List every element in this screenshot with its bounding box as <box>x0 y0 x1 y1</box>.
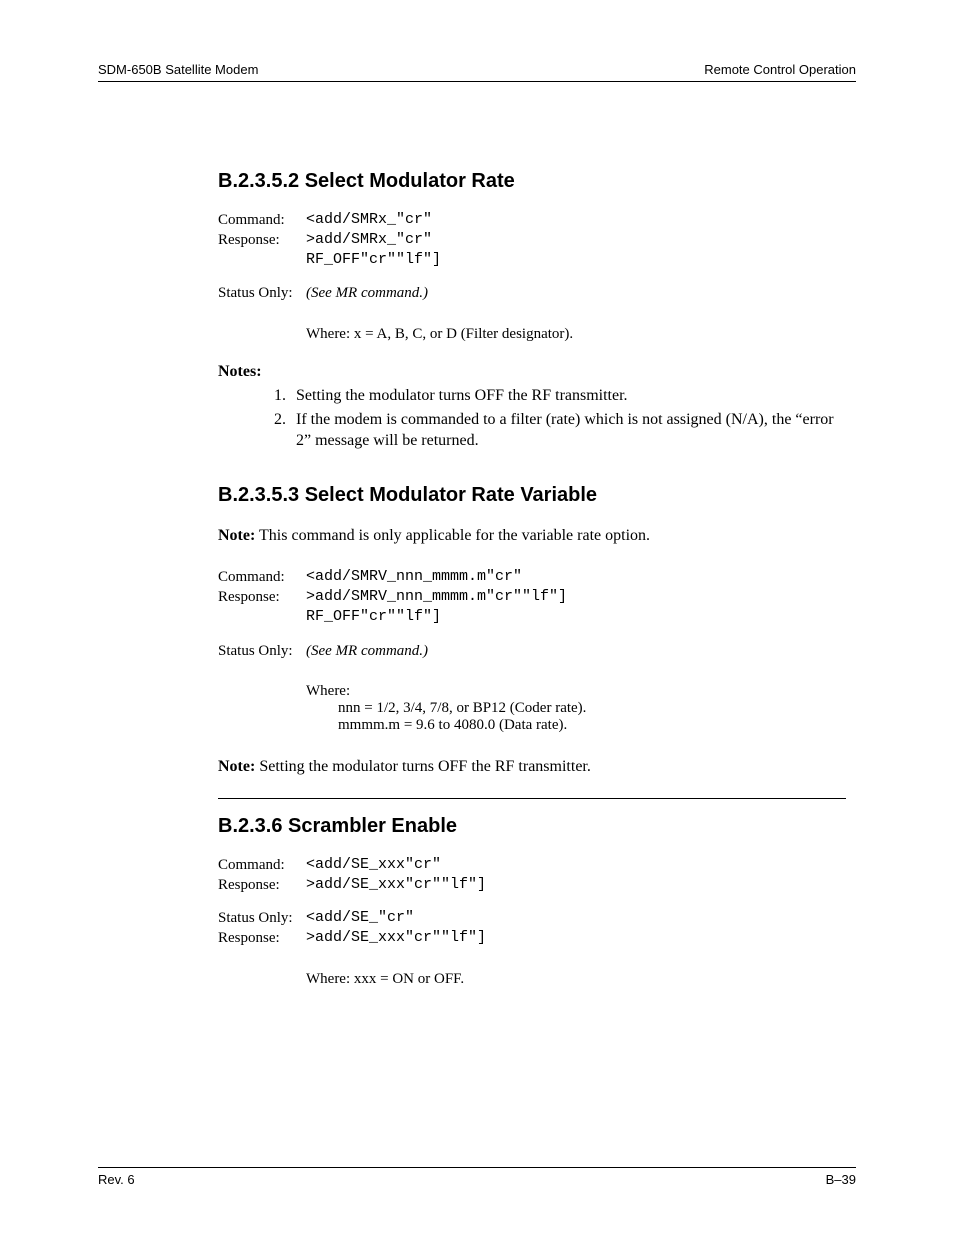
command-row: Command: <add/SMRx_"cr" <box>218 211 846 230</box>
page-content: B.2.3.5.2 Select Modulator Rate Command:… <box>98 170 856 988</box>
response-row: Response: >add/SE_xxx"cr""lf"] <box>218 929 846 948</box>
section-heading-b2353: B.2.3.5.3 Select Modulator Rate Variable <box>218 484 846 507</box>
header-right: Remote Control Operation <box>704 62 856 77</box>
intro-note: Note: This command is only applicable fo… <box>218 525 846 547</box>
response-value-line1: >add/SMRx_"cr" <box>306 231 432 250</box>
note-prefix: Note: <box>218 527 255 544</box>
response-label: Response: <box>218 929 306 948</box>
status-only-value: (See MR command.) <box>306 642 428 661</box>
where-heading: Where: <box>306 683 846 700</box>
response-label: Response: <box>218 588 306 607</box>
response-row: Response: >add/SMRx_"cr" <box>218 231 846 250</box>
page-header: SDM-650B Satellite Modem Remote Control … <box>98 62 856 82</box>
command-value: <add/SMRx_"cr" <box>306 211 432 230</box>
footer-right: B–39 <box>826 1172 856 1187</box>
command-label: Command: <box>218 568 306 587</box>
response-label: Response: <box>218 231 306 250</box>
response-label: Response: <box>218 876 306 895</box>
header-left: SDM-650B Satellite Modem <box>98 62 258 77</box>
note-prefix: Note: <box>218 758 255 775</box>
command-value: <add/SE_xxx"cr" <box>306 856 441 875</box>
response-row: Response: >add/SMRV_nnn_mmmm.m"cr""lf"] <box>218 588 846 607</box>
response-row-cont: RF_OFF"cr""lf"] <box>218 608 846 627</box>
where-line: Where: xxx = ON or OFF. <box>306 971 846 988</box>
note-item-1: Setting the modulator turns OFF the RF t… <box>290 385 846 407</box>
trailing-note-text: Setting the modulator turns OFF the RF t… <box>255 758 591 775</box>
command-label: Command: <box>218 856 306 875</box>
footer-left: Rev. 6 <box>98 1172 135 1187</box>
section-heading-b2352: B.2.3.5.2 Select Modulator Rate <box>218 170 846 193</box>
command-row: Command: <add/SMRV_nnn_mmmm.m"cr" <box>218 568 846 587</box>
status-only-label: Status Only: <box>218 284 306 303</box>
intro-note-text: This command is only applicable for the … <box>255 527 650 544</box>
where-line: Where: x = A, B, C, or D (Filter designa… <box>306 326 846 343</box>
response-value-line2: RF_OFF"cr""lf"] <box>306 608 441 627</box>
status-only-label: Status Only: <box>218 909 306 928</box>
note-item-2: If the modem is commanded to a filter (r… <box>290 409 846 452</box>
response-value: >add/SE_xxx"cr""lf"] <box>306 876 486 895</box>
command-value: <add/SMRV_nnn_mmmm.m"cr" <box>306 568 522 587</box>
section-divider <box>218 798 846 799</box>
response-value-line2: RF_OFF"cr""lf"] <box>306 251 441 270</box>
status-only-row: Status Only: (See MR command.) <box>218 284 846 303</box>
notes-list: Setting the modulator turns OFF the RF t… <box>218 385 846 452</box>
page-footer: Rev. 6 B–39 <box>98 1167 856 1187</box>
command-label: Command: <box>218 211 306 230</box>
response-value-line1: >add/SMRV_nnn_mmmm.m"cr""lf"] <box>306 588 567 607</box>
trailing-note: Note: Setting the modulator turns OFF th… <box>218 756 846 778</box>
notes-heading: Notes: <box>218 363 846 381</box>
response-row: Response: >add/SE_xxx"cr""lf"] <box>218 876 846 895</box>
section-heading-b236: B.2.3.6 Scrambler Enable <box>218 815 846 838</box>
status-only-label: Status Only: <box>218 642 306 661</box>
where-line-1: nnn = 1/2, 3/4, 7/8, or BP12 (Coder rate… <box>338 700 846 717</box>
command-row: Command: <add/SE_xxx"cr" <box>218 856 846 875</box>
status-only-value: <add/SE_"cr" <box>306 909 414 928</box>
where-line-2: mmmm.m = 9.6 to 4080.0 (Data rate). <box>338 717 846 734</box>
status-only-value: (See MR command.) <box>306 284 428 303</box>
response-row-cont: RF_OFF"cr""lf"] <box>218 251 846 270</box>
response-value: >add/SE_xxx"cr""lf"] <box>306 929 486 948</box>
status-only-row: Status Only: (See MR command.) <box>218 642 846 661</box>
status-only-row: Status Only: <add/SE_"cr" <box>218 909 846 928</box>
